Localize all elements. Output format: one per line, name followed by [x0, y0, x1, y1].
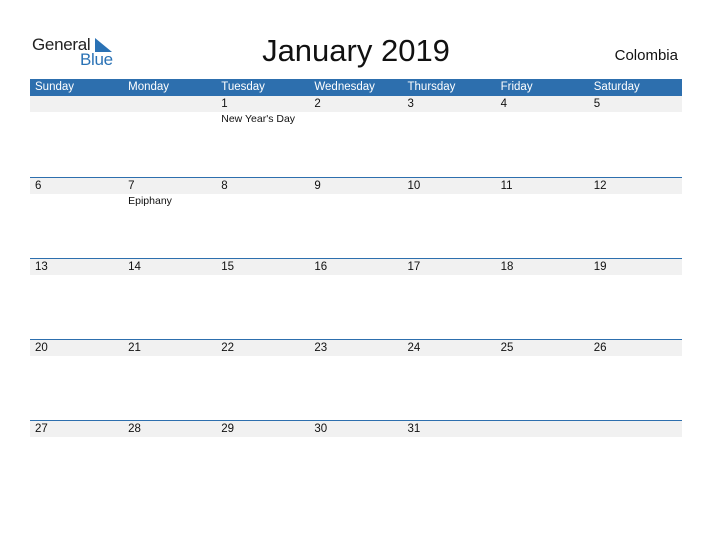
- day-cell: 24: [403, 340, 496, 356]
- country-label: Colombia: [614, 47, 678, 64]
- day-number: [35, 96, 123, 112]
- day-number: 11: [500, 180, 513, 192]
- day-cell: 17: [403, 259, 496, 275]
- day-cell: 10: [403, 178, 496, 208]
- day-number: 15: [221, 261, 235, 273]
- day-cell: 21: [123, 340, 216, 356]
- calendar-title: January 2019: [262, 33, 450, 68]
- day-cell: [123, 96, 216, 126]
- day-cell: [589, 421, 682, 437]
- weekday-friday: Friday: [500, 81, 533, 93]
- week-row: 6 7 Epiphany 8 9 10 11 12: [30, 177, 682, 258]
- week-row: 13 14 15 16 17 18 19: [30, 258, 682, 339]
- day-number: 10: [407, 180, 421, 192]
- weekday-tuesday: Tuesday: [221, 81, 265, 93]
- day-number: 14: [128, 261, 141, 273]
- day-cell: 28: [123, 421, 216, 437]
- holiday-label: Epiphany: [128, 195, 172, 207]
- day-cell: 27: [30, 421, 123, 437]
- day-number: 26: [593, 342, 607, 354]
- day-number: 3: [407, 98, 414, 110]
- week-row: 27 28 29 30 31: [30, 420, 682, 501]
- day-number: 4: [500, 98, 508, 110]
- holiday-label: New Year's Day: [221, 113, 296, 125]
- day-number: 24: [407, 342, 421, 354]
- day-number: 13: [35, 261, 48, 273]
- day-number: [128, 96, 216, 112]
- day-cell: 1 New Year's Day: [216, 96, 309, 126]
- day-number: 21: [128, 342, 141, 354]
- day-number: 23: [314, 342, 328, 354]
- day-cell: 30: [309, 421, 402, 437]
- day-cell: 15: [216, 259, 309, 275]
- day-number: 5: [593, 98, 601, 110]
- day-cell: 4: [496, 96, 589, 126]
- day-number: [501, 421, 589, 437]
- day-number: 8: [221, 180, 228, 192]
- day-number: 30: [314, 423, 328, 435]
- day-number: 20: [35, 342, 48, 354]
- day-number: 22: [221, 342, 235, 354]
- day-number: 31: [407, 423, 421, 435]
- day-cell: 6: [30, 178, 123, 208]
- day-cell: 29: [216, 421, 309, 437]
- day-number: 1: [221, 98, 228, 110]
- day-number: 18: [500, 261, 514, 273]
- day-number: 29: [221, 423, 235, 435]
- day-cell: 8: [216, 178, 309, 208]
- day-cell: 11: [496, 178, 589, 208]
- day-number: 19: [593, 261, 607, 273]
- weekday-saturday: Saturday: [593, 81, 640, 93]
- day-cell: [496, 421, 589, 437]
- day-cell: 23: [309, 340, 402, 356]
- day-cell: 13: [30, 259, 123, 275]
- day-cell: 19: [589, 259, 682, 275]
- weekday-wednesday: Wednesday: [314, 81, 375, 93]
- day-cell: 18: [496, 259, 589, 275]
- day-cell: 26: [589, 340, 682, 356]
- day-number: 17: [407, 261, 421, 273]
- day-cell: 14: [123, 259, 216, 275]
- day-cell: 7 Epiphany: [123, 178, 216, 208]
- week-row: 20 21 22 23 24 25 26: [30, 339, 682, 420]
- day-cell: 31: [403, 421, 496, 437]
- calendar-grid: Sunday Monday Tuesday Wednesday Thursday…: [30, 79, 682, 501]
- day-cell: 16: [309, 259, 402, 275]
- day-number: 6: [35, 180, 42, 192]
- day-number: 12: [593, 180, 607, 192]
- day-number: 27: [35, 423, 48, 435]
- day-cell: 9: [309, 178, 402, 208]
- day-number: 7: [128, 180, 135, 192]
- weekday-header: Sunday Monday Tuesday Wednesday Thursday…: [30, 79, 682, 96]
- day-number: 16: [314, 261, 328, 273]
- day-cell: 25: [496, 340, 589, 356]
- day-cell: 2: [309, 96, 402, 126]
- day-cell: 12: [589, 178, 682, 208]
- day-cell: 20: [30, 340, 123, 356]
- weekday-monday: Monday: [128, 81, 170, 93]
- day-cell: 3: [403, 96, 496, 126]
- day-cell: [30, 96, 123, 126]
- day-cell: 22: [216, 340, 309, 356]
- weekday-thursday: Thursday: [407, 81, 456, 93]
- day-cell: 5: [589, 96, 682, 126]
- day-number: 28: [128, 423, 141, 435]
- day-number: 2: [314, 98, 321, 110]
- week-row: 1 New Year's Day 2 3 4 5: [30, 96, 682, 177]
- day-number: 25: [500, 342, 514, 354]
- day-number: [594, 421, 682, 437]
- weekday-sunday: Sunday: [35, 81, 75, 93]
- day-number: 9: [314, 180, 321, 192]
